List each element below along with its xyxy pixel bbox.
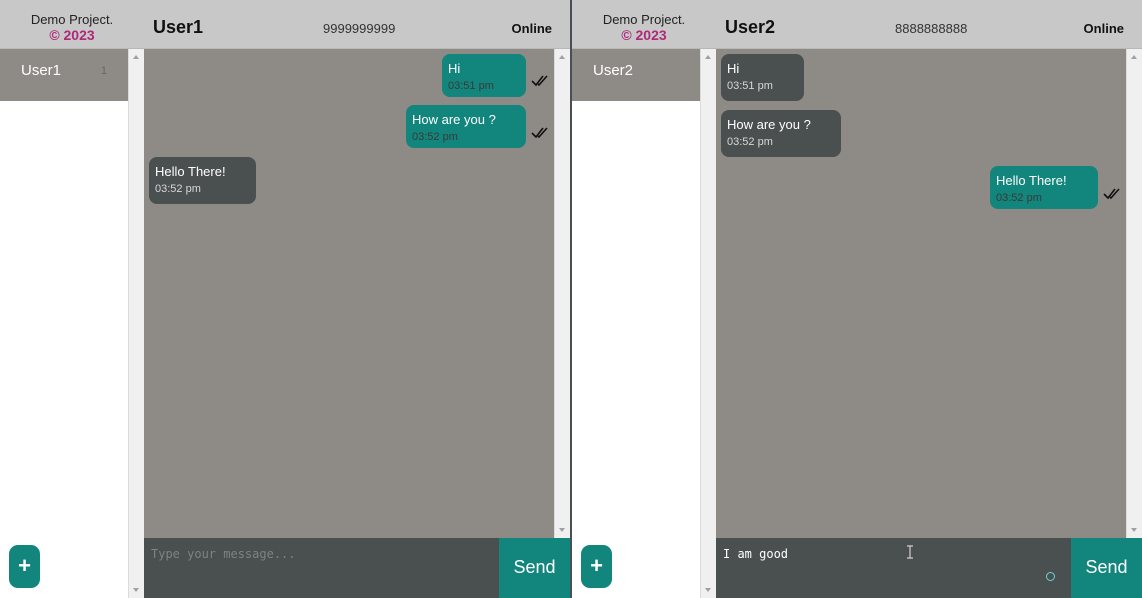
- double-check-icon: [531, 75, 548, 87]
- chat-header: User1 9999999999 Online: [144, 0, 570, 49]
- chat-phone-number: 8888888888: [895, 21, 968, 36]
- brand-name: Demo Project.: [602, 12, 686, 27]
- message-area: Hi 03:51 pm How are you ? 03:52 pm Hello…: [716, 49, 1126, 538]
- add-contact-button[interactable]: +: [9, 545, 40, 588]
- brand-header: Demo Project. © 2023: [572, 0, 716, 49]
- online-status: Online: [1083, 21, 1124, 36]
- contact-list: User1 1: [0, 49, 128, 598]
- messages-scrollbar[interactable]: [554, 49, 570, 538]
- scroll-up-arrow-icon[interactable]: [705, 55, 711, 59]
- sidebar: Demo Project. © 2023 User2 +: [572, 0, 716, 598]
- scroll-up-arrow-icon[interactable]: [1131, 55, 1137, 59]
- message-composer: [144, 538, 499, 598]
- contact-list: User2: [572, 49, 700, 598]
- sidebar: Demo Project. © 2023 User1 1 +: [0, 0, 144, 598]
- contact-name: User2: [593, 62, 634, 79]
- message-time: 03:51 pm: [727, 80, 773, 92]
- scroll-down-arrow-icon[interactable]: [1131, 528, 1137, 532]
- chat-title: User2: [725, 17, 776, 37]
- typing-indicator-icon: [1046, 572, 1055, 581]
- online-status: Online: [511, 21, 552, 36]
- message-bubble-received: Hi 03:51 pm: [721, 54, 804, 101]
- brand-name: Demo Project.: [30, 12, 114, 27]
- double-check-icon: [531, 127, 548, 139]
- message-text: Hi: [727, 61, 740, 76]
- message-time: 03:52 pm: [996, 192, 1042, 204]
- message-input[interactable]: I am good: [716, 538, 1071, 598]
- message-bubble-sent: Hello There! 03:52 pm: [990, 166, 1098, 209]
- message-bubble-sent: Hi 03:51 pm: [442, 54, 526, 97]
- chat-phone-number: 9999999999: [323, 21, 396, 36]
- messages-scrollbar[interactable]: [1126, 49, 1142, 538]
- brand-copyright: © 2023: [49, 27, 95, 43]
- double-check-icon: [1103, 188, 1120, 200]
- message-input[interactable]: [144, 538, 499, 598]
- text-cursor-icon: [907, 545, 913, 559]
- contact-name: User1: [21, 62, 62, 79]
- add-contact-button[interactable]: +: [581, 545, 612, 588]
- message-time: 03:52 pm: [155, 183, 201, 195]
- message-text: Hello There!: [996, 173, 1067, 188]
- message-text: How are you ?: [727, 117, 811, 132]
- send-button[interactable]: Send: [499, 538, 570, 598]
- message-area: Hi 03:51 pm How are you ? 03:52 pm Hello…: [144, 49, 554, 538]
- message-bubble-received: Hello There! 03:52 pm: [149, 157, 256, 204]
- brand-copyright: © 2023: [621, 27, 667, 43]
- message-composer: I am good: [716, 538, 1071, 598]
- message-text: Hi: [448, 61, 461, 76]
- message-bubble-received: How are you ? 03:52 pm: [721, 110, 841, 157]
- sidebar-scrollbar[interactable]: [700, 49, 716, 598]
- send-button[interactable]: Send: [1071, 538, 1142, 598]
- brand-header: Demo Project. © 2023: [0, 0, 144, 49]
- scroll-down-arrow-icon[interactable]: [705, 588, 711, 592]
- scroll-up-arrow-icon[interactable]: [133, 55, 139, 59]
- chat-window-user1: Demo Project. © 2023 User1 1 + User1 999…: [0, 0, 570, 598]
- message-time: 03:52 pm: [727, 136, 773, 148]
- message-text: Hello There!: [155, 164, 226, 179]
- sidebar-scrollbar[interactable]: [128, 49, 144, 598]
- chat-window-user2: Demo Project. © 2023 User2 + User2 88888…: [572, 0, 1142, 598]
- contact-item-user2[interactable]: User2: [572, 49, 700, 101]
- message-time: 03:51 pm: [448, 80, 494, 92]
- chat-title: User1: [153, 17, 204, 37]
- contact-item-user1[interactable]: User1 1: [0, 49, 128, 101]
- message-text: How are you ?: [412, 112, 496, 127]
- scroll-down-arrow-icon[interactable]: [559, 528, 565, 532]
- scroll-down-arrow-icon[interactable]: [133, 588, 139, 592]
- chat-header: User2 8888888888 Online: [716, 0, 1142, 49]
- scroll-up-arrow-icon[interactable]: [559, 55, 565, 59]
- message-bubble-sent: How are you ? 03:52 pm: [406, 105, 526, 148]
- message-time: 03:52 pm: [412, 131, 458, 143]
- unread-count-badge: 1: [100, 65, 107, 77]
